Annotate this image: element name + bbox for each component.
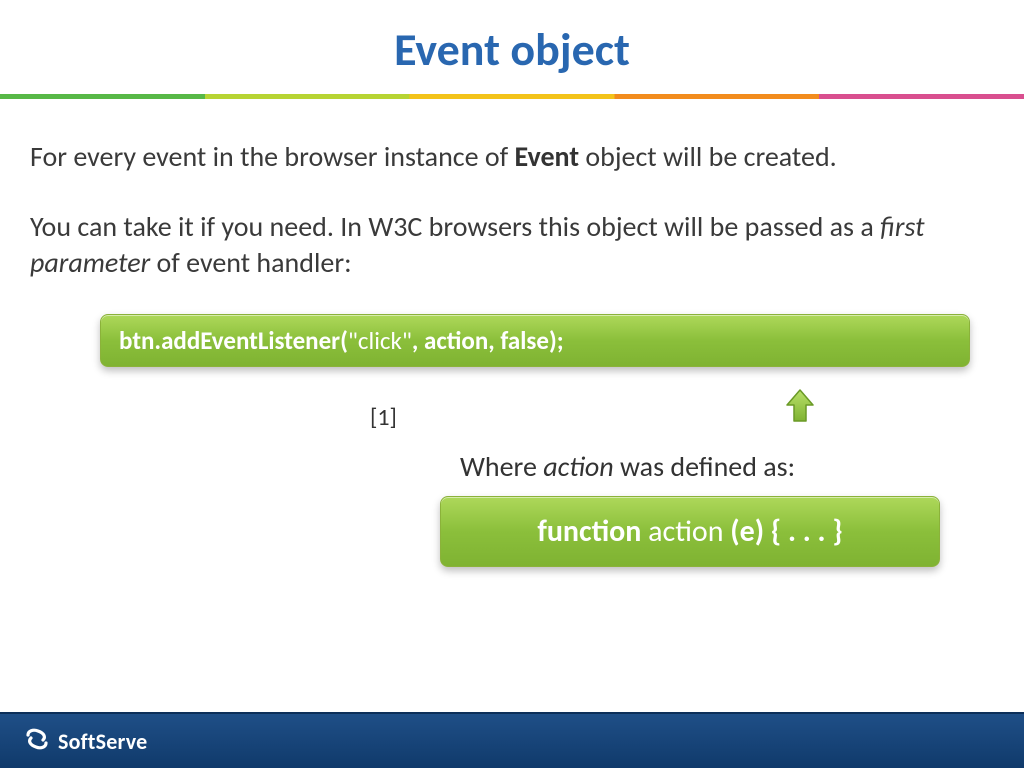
slide-title: Event object bbox=[0, 0, 1024, 78]
text: of event handler: bbox=[150, 245, 351, 280]
code-function-action: function action (e) { . . . } bbox=[440, 496, 940, 567]
code-seg: function bbox=[537, 513, 641, 550]
footnote-ref: [1] bbox=[370, 403, 397, 432]
code-seg: false); bbox=[500, 325, 563, 356]
arrow-up-icon bbox=[785, 389, 815, 428]
code-addeventlistener: btn.addEventListener("click", action, fa… bbox=[100, 314, 970, 367]
slide: Event object For every event in the brow… bbox=[0, 0, 1024, 768]
brand-name: SoftServe bbox=[58, 728, 147, 755]
paragraph-intro: For every event in the browser instance … bbox=[30, 139, 994, 175]
annotation-row: [1] bbox=[30, 395, 994, 445]
brand-logo: SoftServe bbox=[24, 726, 147, 757]
code-seg: btn.addEventListener( bbox=[119, 325, 348, 356]
text: You can take it if you need. In W3C brow… bbox=[30, 209, 880, 244]
text: For every event in the browser instance … bbox=[30, 139, 515, 174]
text: object will be created. bbox=[579, 139, 837, 174]
text-bold-event: Event bbox=[515, 139, 580, 174]
code-seg: action bbox=[641, 513, 730, 550]
code-seg: , action, bbox=[412, 325, 501, 356]
text-italic-action: action bbox=[543, 449, 613, 484]
content-area: For every event in the browser instance … bbox=[0, 99, 1024, 567]
code-seg: (e) { . . . } bbox=[730, 513, 842, 550]
softserve-logo-icon bbox=[24, 726, 50, 757]
text: Where bbox=[460, 449, 543, 484]
footer-bar: SoftServe bbox=[0, 712, 1024, 768]
text: was defined as: bbox=[614, 449, 795, 484]
paragraph-w3c: You can take it if you need. In W3C brow… bbox=[30, 209, 994, 281]
code-seg: "click" bbox=[348, 325, 412, 356]
where-action-text: Where action was defined as: bbox=[460, 449, 994, 484]
